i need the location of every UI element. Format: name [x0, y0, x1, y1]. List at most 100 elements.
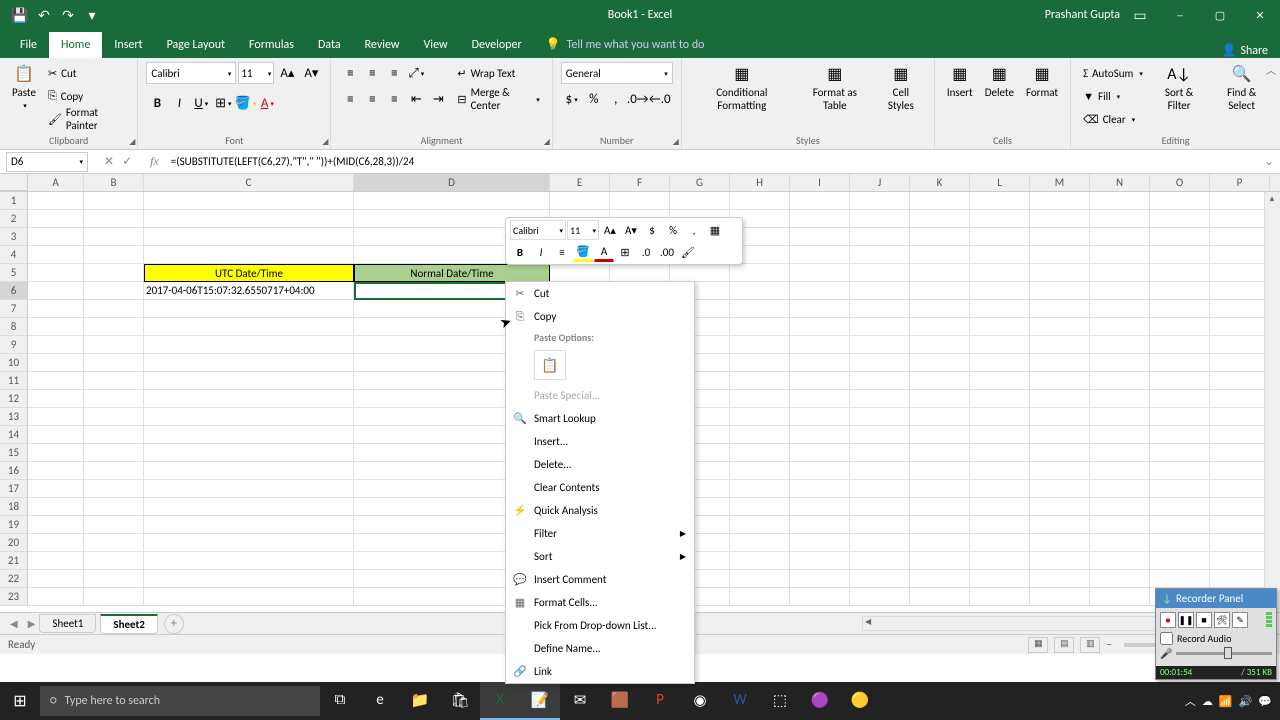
align-left-button[interactable]: ≡ [339, 88, 361, 110]
cell-g5[interactable] [670, 264, 730, 282]
cell-a5[interactable] [28, 264, 84, 282]
sheet-nav-prev-icon[interactable]: ◀ [10, 617, 18, 630]
cell-l3[interactable] [970, 228, 1030, 246]
row-header-11[interactable]: 11 [0, 372, 28, 390]
col-header-l[interactable]: L [970, 174, 1030, 191]
page-break-view-button[interactable]: ▥ [1080, 637, 1100, 653]
align-bottom-button[interactable]: ≡ [383, 62, 405, 84]
mini-comma-button[interactable]: , [684, 220, 704, 240]
cell-l18[interactable] [970, 498, 1030, 516]
cell-n13[interactable] [1090, 408, 1150, 426]
cell-l22[interactable] [970, 570, 1030, 588]
taskbar-powerpoint-icon[interactable]: P [640, 682, 680, 720]
orientation-button[interactable]: ⤢▾ [405, 62, 427, 84]
cell-k10[interactable] [910, 354, 970, 372]
cell-a4[interactable] [28, 246, 84, 264]
mini-size-select[interactable]: 11▾ [567, 220, 599, 240]
row-header-5[interactable]: 5 [0, 264, 28, 282]
cell-o4[interactable] [1150, 246, 1210, 264]
cell-b15[interactable] [84, 444, 144, 462]
cell-p12[interactable] [1210, 390, 1270, 408]
cell-n3[interactable] [1090, 228, 1150, 246]
tab-formulas[interactable]: Formulas [237, 32, 306, 58]
cell-c2[interactable] [144, 210, 354, 228]
taskbar-vscode-icon[interactable]: ⬚ [760, 682, 800, 720]
taskbar-word-icon[interactable]: W [720, 682, 760, 720]
cell-m2[interactable] [1030, 210, 1090, 228]
mini-font-color-button[interactable]: A [594, 242, 614, 262]
mini-currency-button[interactable]: $ [642, 220, 662, 240]
share-button[interactable]: 👤Share [1221, 43, 1268, 58]
row-header-10[interactable]: 10 [0, 354, 28, 372]
cell-j23[interactable] [850, 588, 910, 606]
cell-c12[interactable] [144, 390, 354, 408]
cell-i23[interactable] [790, 588, 850, 606]
col-header-f[interactable]: F [610, 174, 670, 191]
cell-b9[interactable] [84, 336, 144, 354]
cell-o6[interactable] [1150, 282, 1210, 300]
cell-b4[interactable] [84, 246, 144, 264]
cell-o18[interactable] [1150, 498, 1210, 516]
cell-j1[interactable] [850, 192, 910, 210]
cell-p20[interactable] [1210, 534, 1270, 552]
row-header-18[interactable]: 18 [0, 498, 28, 516]
cell-i15[interactable] [790, 444, 850, 462]
cell-l7[interactable] [970, 300, 1030, 318]
cell-i11[interactable] [790, 372, 850, 390]
cell-i16[interactable] [790, 462, 850, 480]
cell-p22[interactable] [1210, 570, 1270, 588]
number-launcher-icon[interactable]: ◢ [673, 137, 679, 147]
fill-color-button[interactable]: 🪣▾ [234, 92, 256, 114]
col-header-d[interactable]: D [354, 174, 550, 191]
cell-i4[interactable] [790, 246, 850, 264]
cell-p7[interactable] [1210, 300, 1270, 318]
tab-page-layout[interactable]: Page Layout [155, 32, 237, 58]
cell-h12[interactable] [730, 390, 790, 408]
collapse-ribbon-icon[interactable]: ︿ [1266, 62, 1276, 77]
clipboard-launcher-icon[interactable]: ◢ [129, 137, 135, 147]
cell-h20[interactable] [730, 534, 790, 552]
cell-m11[interactable] [1030, 372, 1090, 390]
ctx-clear-contents[interactable]: Clear Contents [506, 476, 694, 499]
cell-k6[interactable] [910, 282, 970, 300]
clear-button[interactable]: ⌫Clear▾ [1079, 108, 1147, 130]
taskbar-notepad-icon[interactable]: 📝 [520, 682, 560, 720]
user-name[interactable]: Prashant Gupta [1045, 8, 1120, 22]
cell-n1[interactable] [1090, 192, 1150, 210]
cell-styles-button[interactable]: ▦Cell Styles [876, 62, 926, 114]
col-header-h[interactable]: H [730, 174, 790, 191]
cell-k12[interactable] [910, 390, 970, 408]
undo-icon[interactable]: ↶ [36, 7, 52, 23]
cell-i17[interactable] [790, 480, 850, 498]
cell-k21[interactable] [910, 552, 970, 570]
cell-l9[interactable] [970, 336, 1030, 354]
cell-i22[interactable] [790, 570, 850, 588]
format-cells-button[interactable]: ▦Format [1022, 62, 1062, 101]
cell-n17[interactable] [1090, 480, 1150, 498]
cell-o15[interactable] [1150, 444, 1210, 462]
taskbar-explorer-icon[interactable]: 📁 [400, 682, 440, 720]
increase-indent-button[interactable]: ⇥ [427, 88, 449, 110]
cell-m6[interactable] [1030, 282, 1090, 300]
ctx-copy[interactable]: ⎘Copy [506, 305, 694, 328]
cell-p3[interactable] [1210, 228, 1270, 246]
cell-n9[interactable] [1090, 336, 1150, 354]
cell-p17[interactable] [1210, 480, 1270, 498]
cell-o10[interactable] [1150, 354, 1210, 372]
cell-j20[interactable] [850, 534, 910, 552]
cell-o1[interactable] [1150, 192, 1210, 210]
cell-h6[interactable] [730, 282, 790, 300]
cell-c7[interactable] [144, 300, 354, 318]
cell-b17[interactable] [84, 480, 144, 498]
ctx-insert-comment[interactable]: 💬Insert Comment [506, 568, 694, 591]
cell-n21[interactable] [1090, 552, 1150, 570]
cell-p10[interactable] [1210, 354, 1270, 372]
taskbar-app2-icon[interactable]: 🟣 [800, 682, 840, 720]
cell-h16[interactable] [730, 462, 790, 480]
cell-k3[interactable] [910, 228, 970, 246]
cell-a1[interactable] [28, 192, 84, 210]
cell-j4[interactable] [850, 246, 910, 264]
cell-c9[interactable] [144, 336, 354, 354]
cell-o7[interactable] [1150, 300, 1210, 318]
cell-n11[interactable] [1090, 372, 1150, 390]
